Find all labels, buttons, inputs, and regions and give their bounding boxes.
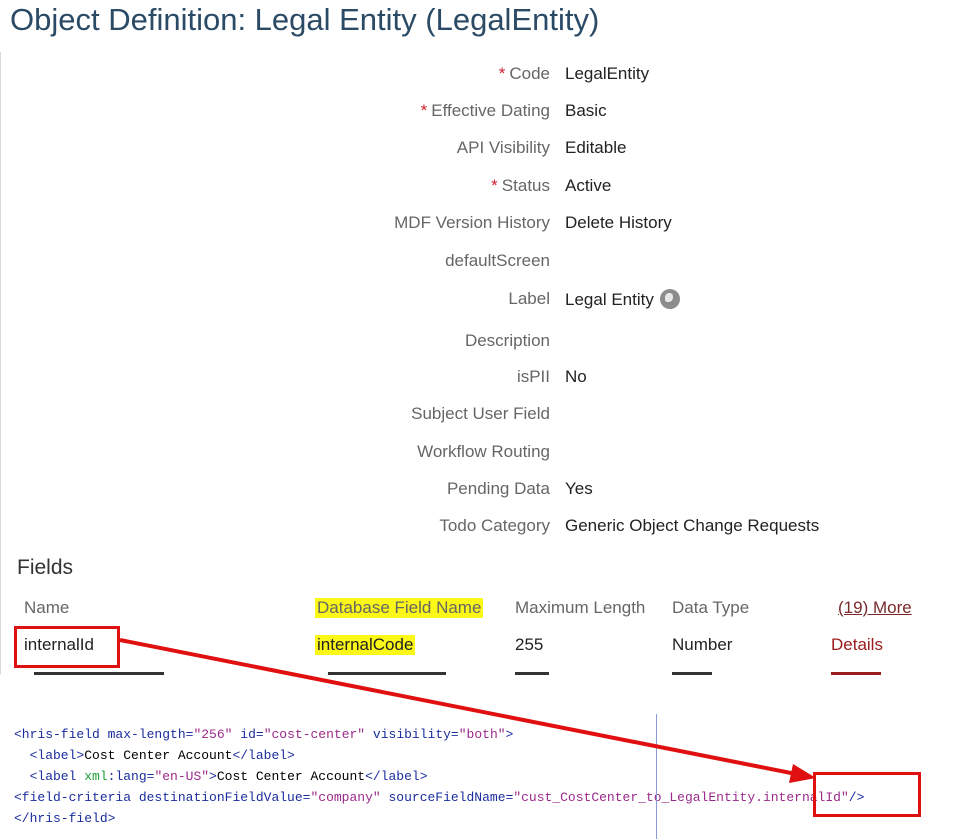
annotation-arrow [119, 638, 816, 783]
arrow-line [119, 638, 797, 776]
arrow-head [789, 764, 816, 783]
